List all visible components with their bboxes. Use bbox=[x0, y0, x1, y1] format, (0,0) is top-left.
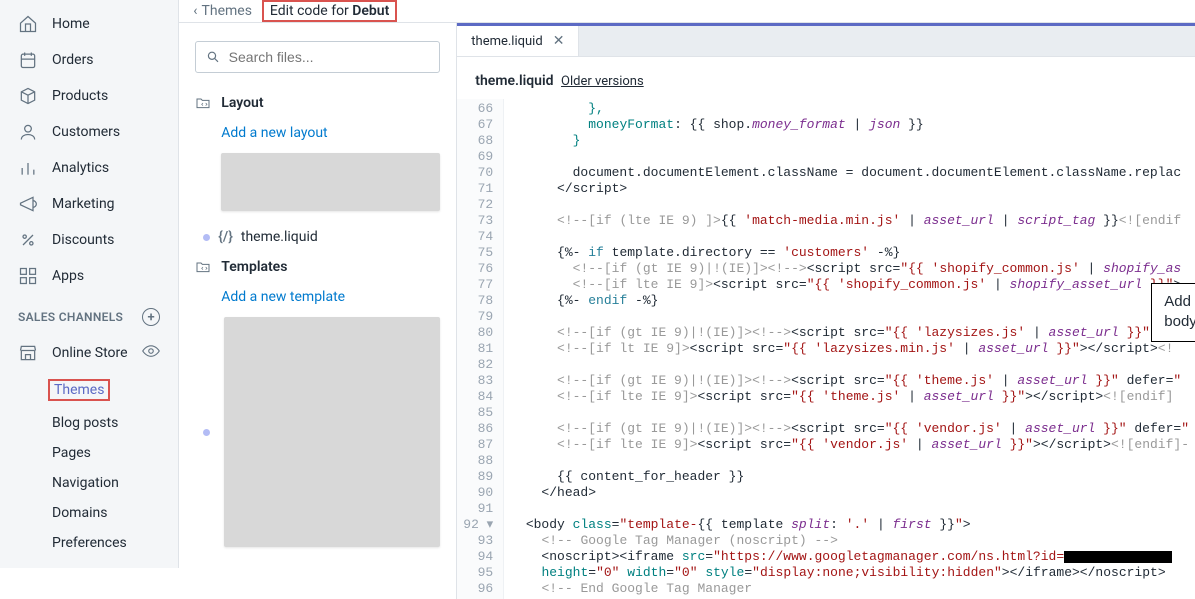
folder-icon bbox=[195, 95, 211, 111]
add-layout-link[interactable]: Add a new layout bbox=[195, 121, 440, 149]
subnav-navigation[interactable]: Navigation bbox=[52, 468, 178, 498]
subnav-blog-posts[interactable]: Blog posts bbox=[52, 408, 178, 438]
orders-icon bbox=[18, 50, 38, 70]
discounts-icon bbox=[18, 230, 38, 250]
subnav-preferences[interactable]: Preferences bbox=[52, 528, 178, 558]
sidebar-item-orders[interactable]: Orders bbox=[0, 42, 178, 78]
folder-icon bbox=[195, 259, 211, 275]
modified-dot-icon bbox=[203, 234, 210, 241]
annotation-callout: Add your GTM body tag just after the ope… bbox=[1151, 283, 1195, 342]
sales-channels-header: SALES CHANNELS + bbox=[0, 294, 178, 334]
group-templates[interactable]: Templates bbox=[195, 259, 440, 275]
add-channel-icon[interactable]: + bbox=[142, 308, 160, 326]
editor-tabs: theme.liquid ✕ bbox=[457, 23, 1195, 57]
liquid-icon: {/} bbox=[218, 229, 233, 245]
group-layout[interactable]: Layout bbox=[195, 95, 440, 111]
store-icon bbox=[18, 343, 38, 363]
home-icon bbox=[18, 14, 38, 34]
code-viewport[interactable]: 6667686970717273747576777879808182838485… bbox=[457, 99, 1195, 599]
search-icon bbox=[206, 49, 220, 65]
template-files-placeholder bbox=[224, 317, 440, 547]
code-editor: theme.liquid ✕ theme.liquid Older versio… bbox=[457, 23, 1195, 599]
close-tab-icon[interactable]: ✕ bbox=[553, 33, 565, 49]
sidebar-item-online-store[interactable]: Online Store bbox=[0, 334, 178, 372]
modified-dot-icon bbox=[203, 429, 210, 436]
marketing-icon bbox=[18, 194, 38, 214]
subnav-domains[interactable]: Domains bbox=[52, 498, 178, 528]
sidebar-item-marketing[interactable]: Marketing bbox=[0, 186, 178, 222]
analytics-icon bbox=[18, 158, 38, 178]
sidebar-item-products[interactable]: Products bbox=[0, 78, 178, 114]
sidebar-item-apps[interactable]: Apps bbox=[0, 258, 178, 294]
apps-icon bbox=[18, 266, 38, 286]
back-link[interactable]: ‹ Themes bbox=[193, 3, 252, 19]
subnav-themes[interactable]: Themes bbox=[52, 372, 178, 408]
add-template-link[interactable]: Add a new template bbox=[195, 285, 440, 313]
sidebar-item-analytics[interactable]: Analytics bbox=[0, 150, 178, 186]
customers-icon bbox=[18, 122, 38, 142]
layout-files-placeholder bbox=[221, 153, 440, 211]
sidebar: HomeOrdersProductsCustomersAnalyticsMark… bbox=[0, 0, 179, 568]
file-explorer: Layout Add a new layout {/} theme.liquid… bbox=[179, 23, 457, 599]
search-input[interactable] bbox=[195, 41, 440, 73]
eye-icon[interactable] bbox=[142, 342, 160, 364]
older-versions-link[interactable]: Older versions bbox=[561, 74, 644, 89]
subnav-pages[interactable]: Pages bbox=[52, 438, 178, 468]
line-gutter: 6667686970717273747576777879808182838485… bbox=[457, 99, 504, 599]
products-icon bbox=[18, 86, 38, 106]
file-theme-liquid[interactable]: {/} theme.liquid bbox=[195, 225, 440, 259]
sidebar-item-home[interactable]: Home bbox=[0, 6, 178, 42]
template-row[interactable] bbox=[195, 313, 440, 547]
sidebar-item-customers[interactable]: Customers bbox=[0, 114, 178, 150]
sidebar-item-discounts[interactable]: Discounts bbox=[0, 222, 178, 258]
page-title: Edit code for Debut bbox=[262, 0, 397, 22]
file-header: theme.liquid Older versions bbox=[457, 57, 1195, 99]
topbar: ‹ Themes Edit code for Debut bbox=[179, 0, 1195, 23]
tab-theme-liquid[interactable]: theme.liquid ✕ bbox=[457, 26, 579, 56]
